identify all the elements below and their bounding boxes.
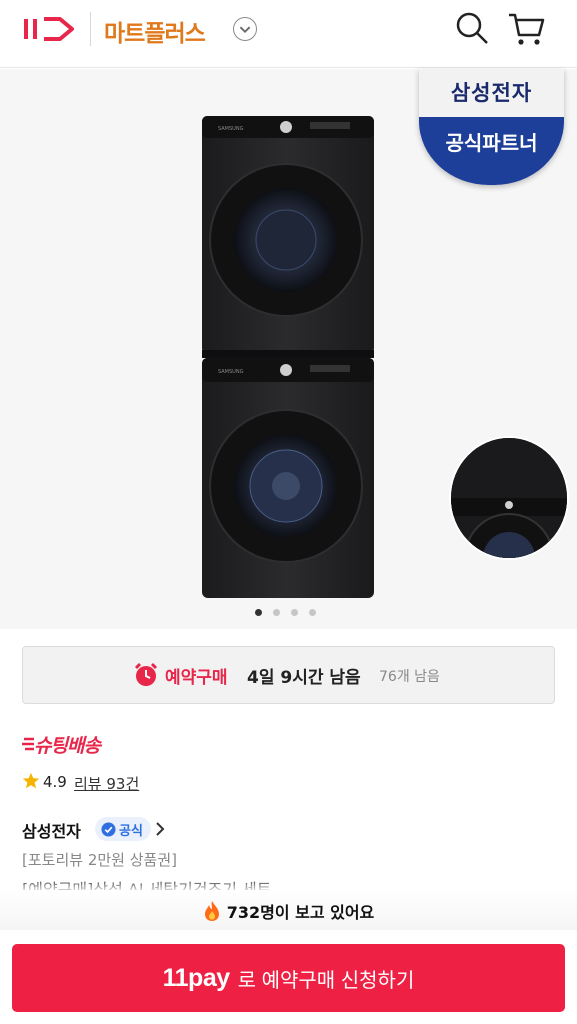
pagination-dot[interactable]: [291, 609, 298, 616]
seller-name[interactable]: 삼성전자: [22, 818, 81, 842]
reservation-time-left: 4일 9시간 남음: [247, 668, 361, 688]
alarm-clock-icon: [134, 662, 158, 686]
shooting-delivery-label: 슈팅배송: [34, 735, 101, 757]
badge-brand-text: 삼성전자: [419, 69, 564, 117]
samsung-official-partner-badge: 삼성전자 공식파트너: [419, 69, 564, 185]
svg-text:SAMSUNG: SAMSUNG: [218, 369, 244, 375]
shooting-delivery-badge: 슈팅배송: [22, 731, 118, 757]
fire-icon: [204, 901, 219, 921]
official-seller-badge: 공식: [95, 817, 151, 841]
product-image-gallery[interactable]: SAMSUNG SAMSUNG 삼성전자 공식파트너: [0, 69, 577, 629]
star-icon: [22, 772, 40, 789]
reservation-label: 예약구매: [165, 668, 228, 688]
rating-score: 4.9: [43, 773, 67, 791]
pagination-dot[interactable]: [309, 609, 316, 616]
review-count-link[interactable]: 리뷰 93건: [74, 773, 139, 794]
verified-check-icon: [101, 821, 116, 837]
search-icon[interactable]: [455, 11, 489, 45]
product-title: [예약구매]삼성 AI 세탁기건조기 세트: [22, 880, 272, 890]
gallery-pagination: [255, 601, 327, 616]
eleven-pay-logo: 11pay: [162, 963, 231, 992]
reserve-purchase-button[interactable]: 11pay 로 예약구매 신청하기: [12, 944, 565, 1012]
promo-text: [포토리뷰 2만원 상품권]: [22, 851, 177, 869]
chevron-down-icon[interactable]: [233, 17, 257, 41]
washer-dryer-product-image: SAMSUNG SAMSUNG: [202, 116, 374, 598]
mart-plus-title[interactable]: 마트플러스: [104, 14, 206, 48]
live-viewers-banner: 732명이 보고 있어요: [0, 890, 577, 930]
reserve-purchase-label: 로 예약구매 신청하기: [237, 969, 415, 992]
top-header: 마트플러스: [0, 0, 577, 68]
pagination-dot[interactable]: [273, 609, 280, 616]
header-divider: [90, 12, 91, 46]
svg-text:SAMSUNG: SAMSUNG: [218, 126, 244, 132]
cart-icon[interactable]: [507, 11, 545, 47]
next-image-thumbnail[interactable]: [451, 438, 567, 558]
live-viewers-count: 732명이 보고 있어요: [226, 903, 375, 922]
eleven-street-logo[interactable]: [22, 16, 76, 42]
pagination-dot-active[interactable]: [255, 609, 262, 616]
reservation-countdown-bar: 예약구매 4일 9시간 남음 76개 남음: [22, 646, 555, 704]
badge-partner-text: 공식파트너: [419, 117, 564, 185]
official-label: 공식: [119, 823, 143, 839]
reservation-stock-remaining: 76개 남음: [379, 669, 440, 685]
chevron-right-icon[interactable]: [155, 821, 165, 837]
product-page: 마트플러스 SAMSUNG SAMSUNG 삼성전자 공식파트너 예약구매 4일…: [0, 0, 577, 1024]
bottom-action-bar: 11pay 로 예약구매 신청하기: [0, 932, 577, 1024]
